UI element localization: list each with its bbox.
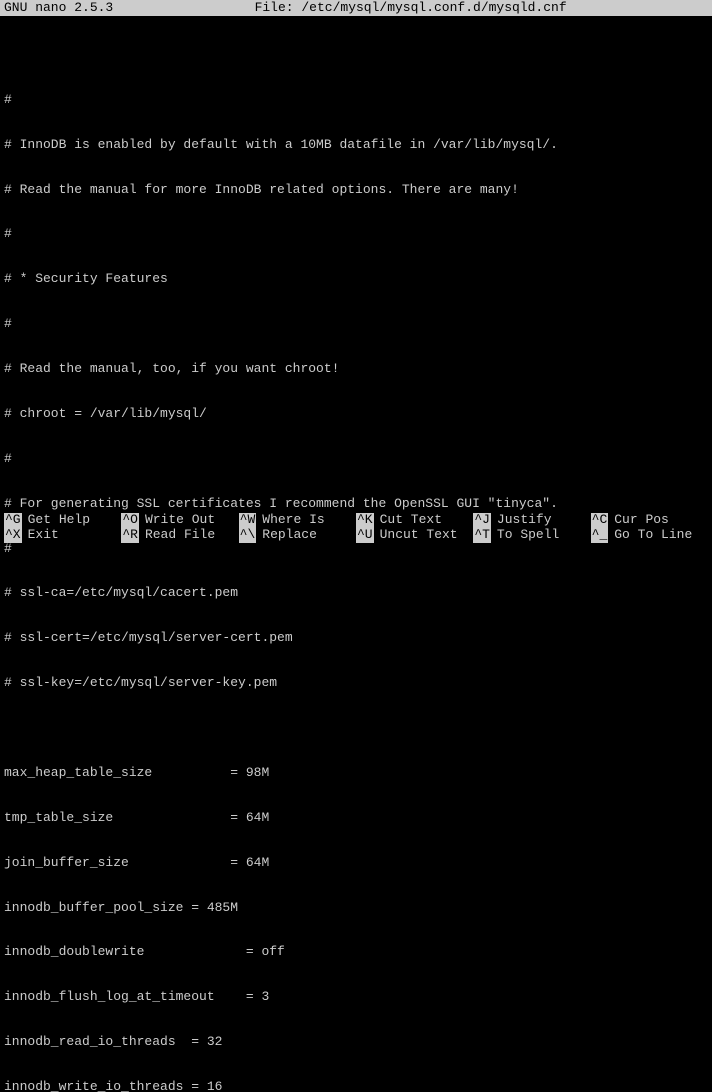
shortcut-key: ^J xyxy=(473,513,491,528)
shortcut-key: ^K xyxy=(356,513,374,528)
file-line: # ssl-ca=/etc/mysql/cacert.pem xyxy=(4,586,708,601)
file-line xyxy=(4,48,708,63)
file-line: join_buffer_size = 64M xyxy=(4,856,708,871)
shortcut-exit[interactable]: ^X Exit xyxy=(4,528,121,543)
shortcut-key: ^O xyxy=(121,513,139,528)
shortcut-label: Read File xyxy=(145,528,215,543)
shortcut-to-spell[interactable]: ^T To Spell xyxy=(473,528,590,543)
file-line: # Read the manual, too, if you want chro… xyxy=(4,362,708,377)
shortcut-justify[interactable]: ^J Justify xyxy=(473,513,590,528)
file-line: # * Security Features xyxy=(4,272,708,287)
shortcut-get-help[interactable]: ^G Get Help xyxy=(4,513,121,528)
shortcut-label: Write Out xyxy=(145,513,215,528)
file-line: tmp_table_size = 64M xyxy=(4,811,708,826)
shortcut-replace[interactable]: ^\ Replace xyxy=(239,528,356,543)
file-line: # chroot = /var/lib/mysql/ xyxy=(4,407,708,422)
file-line: innodb_write_io_threads = 16 xyxy=(4,1080,708,1092)
file-line: max_heap_table_size = 98M xyxy=(4,766,708,781)
file-line: # InnoDB is enabled by default with a 10… xyxy=(4,138,708,153)
shortcut-write-out[interactable]: ^O Write Out xyxy=(121,513,238,528)
file-line: # xyxy=(4,93,708,108)
shortcut-label: Uncut Text xyxy=(380,528,458,543)
shortcut-label: Cur Pos xyxy=(614,513,669,528)
shortcut-cut-text[interactable]: ^K Cut Text xyxy=(356,513,473,528)
file-line: # ssl-cert=/etc/mysql/server-cert.pem xyxy=(4,631,708,646)
shortcut-row-1: ^G Get Help ^O Write Out ^W Where Is ^K Cut … xyxy=(4,513,708,528)
shortcut-go-to-line[interactable]: ^_ Go To Line xyxy=(591,528,708,543)
file-line: # Read the manual for more InnoDB relate… xyxy=(4,183,708,198)
file-line: # xyxy=(4,317,708,332)
shortcut-label: To Spell xyxy=(497,528,559,543)
file-line: # xyxy=(4,452,708,467)
titlebar: GNU nano 2.5.3 File: /etc/mysql/mysql.co… xyxy=(0,0,712,16)
shortcut-key: ^G xyxy=(4,513,22,528)
shortcut-key: ^_ xyxy=(591,528,609,543)
shortcut-label: Exit xyxy=(28,528,59,543)
shortcut-label: Cut Text xyxy=(380,513,442,528)
shortcut-key: ^U xyxy=(356,528,374,543)
shortcut-label: Get Help xyxy=(28,513,90,528)
shortcut-read-file[interactable]: ^R Read File xyxy=(121,528,238,543)
file-path: File: /etc/mysql/mysql.conf.d/mysqld.cnf xyxy=(113,1,708,15)
shortcut-label: Justify xyxy=(497,513,552,528)
shortcut-key: ^X xyxy=(4,528,22,543)
shortcut-bar: ^G Get Help ^O Write Out ^W Where Is ^K Cut … xyxy=(0,513,712,546)
shortcut-label: Replace xyxy=(262,528,317,543)
shortcut-row-2: ^X Exit ^R Read File ^\ Replace ^U Uncut Tex… xyxy=(4,528,708,543)
editor-area[interactable]: # # InnoDB is enabled by default with a … xyxy=(0,16,712,1092)
file-line: # xyxy=(4,227,708,242)
file-line: innodb_read_io_threads = 32 xyxy=(4,1035,708,1050)
shortcut-label: Where Is xyxy=(262,513,324,528)
shortcut-key: ^\ xyxy=(239,528,257,543)
file-line: innodb_flush_log_at_timeout = 3 xyxy=(4,990,708,1005)
file-line: # ssl-key=/etc/mysql/server-key.pem xyxy=(4,676,708,691)
shortcut-label: Go To Line xyxy=(614,528,692,543)
file-line: innodb_doublewrite = off xyxy=(4,945,708,960)
shortcut-cur-pos[interactable]: ^C Cur Pos xyxy=(591,513,708,528)
file-line: innodb_buffer_pool_size = 485M xyxy=(4,901,708,916)
shortcut-uncut-text[interactable]: ^U Uncut Text xyxy=(356,528,473,543)
file-line xyxy=(4,721,708,736)
app-name: GNU nano 2.5.3 xyxy=(4,1,113,15)
shortcut-key: ^W xyxy=(239,513,257,528)
shortcut-key: ^C xyxy=(591,513,609,528)
shortcut-where-is[interactable]: ^W Where Is xyxy=(239,513,356,528)
file-line: # For generating SSL certificates I reco… xyxy=(4,497,708,512)
shortcut-key: ^T xyxy=(473,528,491,543)
shortcut-key: ^R xyxy=(121,528,139,543)
